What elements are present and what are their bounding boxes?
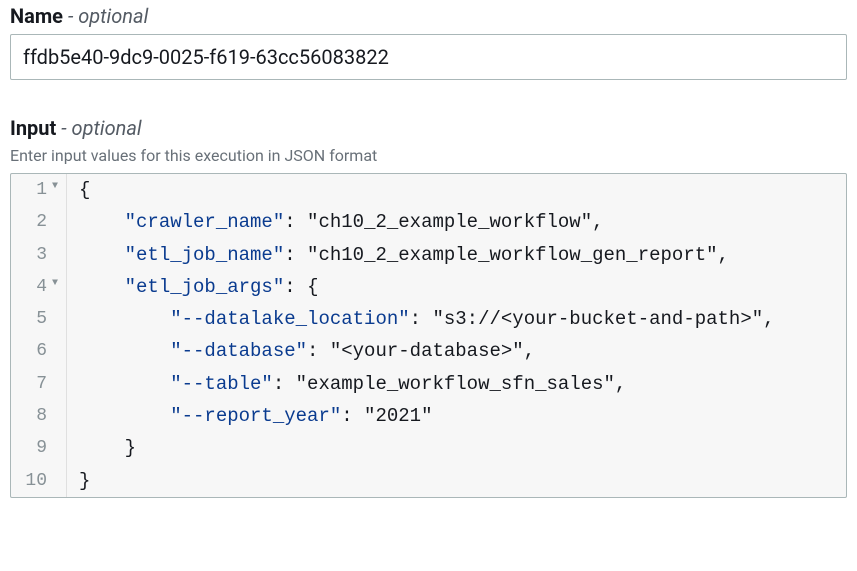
fold-toggle-icon[interactable] [51, 174, 67, 206]
code-line[interactable]: 9 } [11, 432, 846, 464]
code-text[interactable]: "--report_year": "2021" [67, 400, 432, 432]
code-text[interactable]: "--table": "example_workflow_sfn_sales", [67, 368, 626, 400]
line-number: 6 [11, 335, 51, 367]
fold-spacer [51, 335, 67, 367]
code-text[interactable]: "etl_job_args": { [67, 271, 318, 303]
name-label: Name optional [10, 4, 847, 28]
fold-spacer [51, 400, 67, 432]
code-line[interactable]: 8 "--report_year": "2021" [11, 400, 846, 432]
line-number: 7 [11, 368, 51, 400]
line-number: 4 [11, 271, 51, 303]
line-number: 5 [11, 303, 51, 335]
line-number: 3 [11, 239, 51, 271]
input-label-text: Input [10, 116, 56, 140]
code-line[interactable]: 10} [11, 465, 846, 497]
code-text[interactable]: "--database": "<your-database>", [67, 335, 535, 367]
fold-spacer [51, 465, 67, 497]
line-number: 8 [11, 400, 51, 432]
line-number: 1 [11, 174, 51, 206]
code-line[interactable]: 3 "etl_job_name": "ch10_2_example_workfl… [11, 239, 846, 271]
input-hint: Enter input values for this execution in… [10, 146, 847, 165]
name-input[interactable] [10, 34, 847, 80]
code-text[interactable]: } [67, 465, 90, 497]
fold-toggle-icon[interactable] [51, 271, 67, 303]
code-line[interactable]: 6 "--database": "<your-database>", [11, 335, 846, 367]
line-number: 2 [11, 206, 51, 238]
json-editor[interactable]: 1{2 "crawler_name": "ch10_2_example_work… [10, 173, 847, 498]
code-text[interactable]: } [67, 432, 136, 464]
code-text[interactable]: "etl_job_name": "ch10_2_example_workflow… [67, 239, 729, 271]
fold-spacer [51, 368, 67, 400]
code-line[interactable]: 7 "--table": "example_workflow_sfn_sales… [11, 368, 846, 400]
code-text[interactable]: "crawler_name": "ch10_2_example_workflow… [67, 206, 604, 238]
line-number: 10 [11, 465, 51, 497]
code-text[interactable]: { [67, 174, 90, 206]
name-label-text: Name [10, 4, 63, 28]
code-text[interactable]: "--datalake_location": "s3://<your-bucke… [67, 303, 775, 335]
input-label: Input optional [10, 116, 847, 140]
fold-spacer [51, 303, 67, 335]
fold-spacer [51, 432, 67, 464]
name-optional-text: optional [68, 4, 148, 28]
code-line[interactable]: 1{ [11, 174, 846, 206]
fold-spacer [51, 206, 67, 238]
line-number: 9 [11, 432, 51, 464]
input-optional-text: optional [61, 116, 141, 140]
fold-spacer [51, 239, 67, 271]
code-line[interactable]: 2 "crawler_name": "ch10_2_example_workfl… [11, 206, 846, 238]
code-line[interactable]: 4 "etl_job_args": { [11, 271, 846, 303]
code-line[interactable]: 5 "--datalake_location": "s3://<your-buc… [11, 303, 846, 335]
